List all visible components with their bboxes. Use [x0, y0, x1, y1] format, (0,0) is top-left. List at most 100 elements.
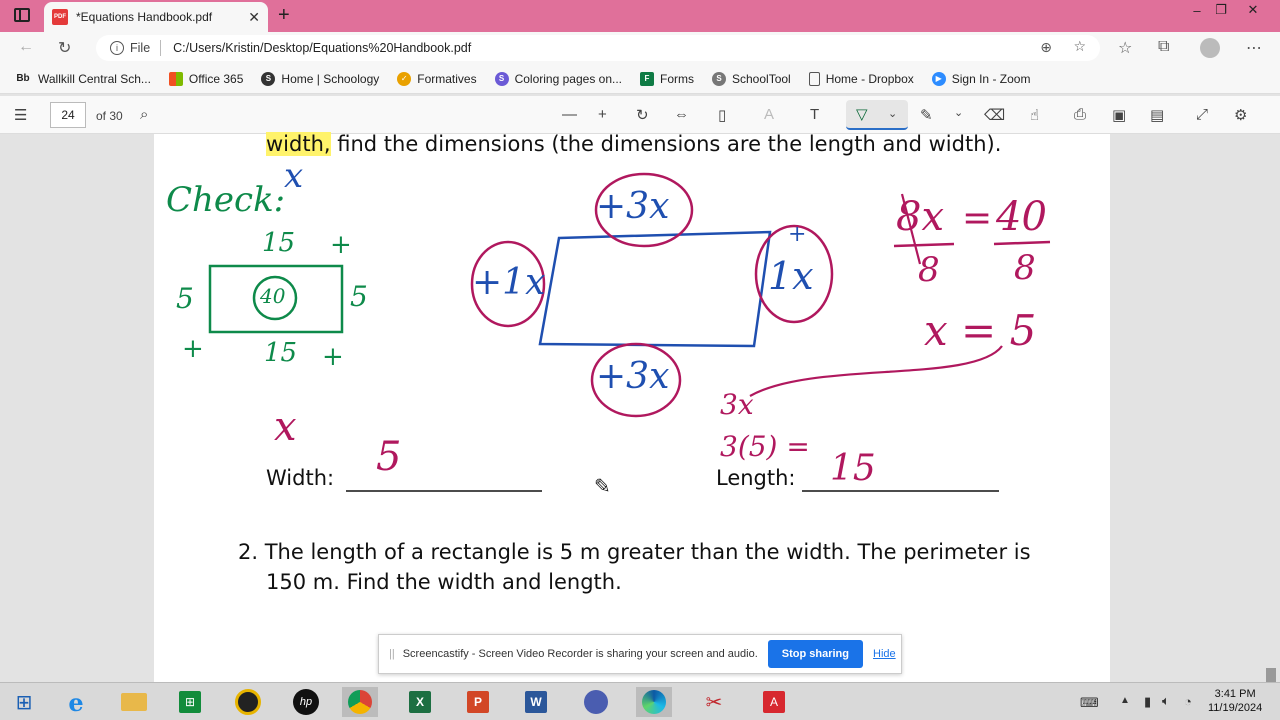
- favorite-add-icon[interactable]: ☆: [1073, 38, 1086, 55]
- left-side-label: +1x: [472, 262, 546, 303]
- bookmark-formatives[interactable]: ✓ Formatives: [397, 71, 477, 86]
- close-tab-icon[interactable]: ✕: [248, 9, 260, 26]
- bookmark-zoom[interactable]: ▶ Sign In - Zoom: [931, 71, 1030, 86]
- draw-icon: ▽: [856, 106, 868, 123]
- zoom-out-icon[interactable]: —: [562, 106, 577, 123]
- zoom-icon: ▶: [931, 71, 946, 86]
- read-aloud-icon[interactable]: A: [764, 106, 774, 123]
- touch-icon[interactable]: ☝: [1030, 106, 1039, 124]
- bookmark-office[interactable]: Office 365: [168, 71, 243, 86]
- drag-handle-icon[interactable]: ||: [389, 648, 395, 660]
- check-left-value: 5: [176, 282, 194, 315]
- excel-icon[interactable]: X: [402, 687, 438, 717]
- hide-link[interactable]: Hide: [873, 648, 896, 660]
- pdf-file-icon: PDF: [52, 9, 68, 25]
- favorites-icon[interactable]: ☆: [1118, 38, 1132, 58]
- restore-icon[interactable]: ❐: [1206, 0, 1236, 20]
- app-icon[interactable]: [578, 687, 614, 717]
- highlight-icon[interactable]: ✎: [920, 106, 933, 124]
- bb-icon: Bb: [16, 73, 30, 84]
- bookmarks-bar: Bb Wallkill Central Sch... Office 365 S Ho…: [0, 64, 1280, 94]
- bookmark-schooltool[interactable]: S SchoolTool: [712, 71, 791, 86]
- hp-icon[interactable]: hp: [288, 687, 324, 717]
- right-side-label: 1x: [768, 254, 814, 298]
- chevron-down-icon: ⌄: [888, 108, 898, 120]
- media-icon[interactable]: [230, 687, 266, 717]
- search-icon[interactable]: ⌕: [140, 106, 148, 123]
- clock-date: 11/19/2024: [1208, 702, 1263, 714]
- pdf-viewer[interactable]: width, find the dimensions (the dimensio…: [0, 132, 1280, 684]
- fit-width-icon[interactable]: ⇔: [674, 106, 689, 123]
- url-text[interactable]: C:/Users/Kristin/Desktop/Equations%20Han…: [173, 41, 471, 55]
- tab-strip: PDF *Equations Handbook.pdf ✕ + – ❐ ✕: [0, 0, 1280, 32]
- collections-icon[interactable]: ⧉: [1158, 38, 1169, 56]
- bottom-side-label: +3x: [596, 356, 670, 397]
- settings-icon[interactable]: ⚙: [1234, 106, 1247, 124]
- width-label: Width:: [266, 466, 335, 490]
- zoom-in-icon[interactable]: +: [598, 106, 607, 123]
- bookmark-forms[interactable]: F Forms: [640, 71, 694, 86]
- fullscreen-icon[interactable]: ⤢: [1196, 106, 1208, 123]
- volume-icon[interactable]: 🔈︎: [1162, 693, 1170, 709]
- fraction-bar-right: [993, 240, 1051, 246]
- equation-right: 40: [996, 194, 1047, 240]
- tab-actions-icon[interactable]: [14, 8, 30, 22]
- chevron-up-icon[interactable]: ▲: [1120, 695, 1130, 706]
- ie-icon[interactable]: e: [58, 687, 94, 717]
- keyboard-icon[interactable]: ⌨: [1080, 695, 1099, 711]
- check-right-value: 5: [350, 280, 368, 313]
- top-side-label: +3x: [596, 186, 670, 227]
- x-middle: x: [274, 404, 297, 450]
- formatives-icon: ✓: [397, 71, 412, 86]
- word-icon[interactable]: W: [518, 687, 554, 717]
- tab-active[interactable]: PDF *Equations Handbook.pdf ✕: [44, 2, 268, 32]
- bookmark-schoology[interactable]: S Home | Schoology: [261, 71, 380, 86]
- system-clock[interactable]: 3:41 PM 11/19/2024: [1208, 687, 1262, 715]
- text-box-icon[interactable]: T: [810, 106, 819, 123]
- bookmark-wallkill[interactable]: Bb Wallkill Central Sch...: [14, 72, 151, 86]
- rotate-icon[interactable]: ↻: [636, 106, 649, 124]
- office-icon: [168, 71, 183, 86]
- stop-sharing-button[interactable]: Stop sharing: [767, 640, 863, 668]
- chevron-down-icon[interactable]: ⌄: [954, 106, 963, 119]
- snipping-tool-icon[interactable]: ✂: [696, 687, 732, 717]
- edge-icon[interactable]: [636, 687, 672, 717]
- powerpoint-icon[interactable]: P: [460, 687, 496, 717]
- new-tab-icon[interactable]: +: [278, 4, 290, 27]
- chrome-icon[interactable]: [342, 687, 378, 717]
- back-icon[interactable]: ←: [18, 38, 34, 56]
- start-icon[interactable]: ⊞: [6, 687, 42, 717]
- draw-button[interactable]: ▽ ⌄: [846, 100, 908, 130]
- screen-share-notice: || Screencastify - Screen Video Recorder…: [378, 634, 902, 674]
- plus-mark: +: [788, 222, 807, 247]
- contents-icon[interactable]: ☰: [14, 106, 27, 124]
- file-explorer-icon[interactable]: [116, 687, 152, 717]
- acrobat-icon[interactable]: A: [756, 687, 792, 717]
- close-window-icon[interactable]: ✕: [1238, 0, 1268, 20]
- zoom-icon[interactable]: ⊕: [1040, 39, 1052, 56]
- save-as-icon[interactable]: ▤: [1150, 106, 1164, 124]
- page-view-icon[interactable]: ▯: [718, 106, 726, 124]
- more-menu-icon[interactable]: ⋯: [1246, 38, 1262, 58]
- store-icon[interactable]: ⊞: [172, 687, 208, 717]
- page-icon: [808, 71, 820, 86]
- length-answer: 15: [830, 448, 876, 489]
- refresh-icon[interactable]: ↻: [58, 38, 71, 58]
- network-icon[interactable]: ◔: [1184, 694, 1192, 709]
- schooltool-icon: S: [712, 71, 726, 86]
- info-icon[interactable]: i: [110, 41, 124, 55]
- equation-equals: =: [962, 198, 993, 239]
- page-number-input[interactable]: 24: [50, 102, 86, 128]
- bookmark-label: Home | Schoology: [281, 71, 380, 86]
- address-bar[interactable]: i File C:/Users/Kristin/Desktop/Equation…: [96, 35, 1100, 61]
- bookmark-coloring[interactable]: S Coloring pages on...: [494, 71, 622, 86]
- bookmark-dropbox[interactable]: Home - Dropbox: [808, 71, 914, 86]
- check-bottom-value: 15: [264, 338, 298, 368]
- print-icon[interactable]: ⎙: [1074, 106, 1086, 123]
- battery-icon[interactable]: ▮: [1144, 694, 1151, 710]
- problem-2-line-1: 2. The length of a rectangle is 5 m grea…: [238, 540, 1031, 564]
- eraser-icon[interactable]: ⌫: [984, 106, 1005, 124]
- profile-avatar[interactable]: [1200, 38, 1220, 58]
- save-icon[interactable]: ▣: [1112, 106, 1126, 124]
- bookmark-label: Coloring pages on...: [514, 71, 622, 86]
